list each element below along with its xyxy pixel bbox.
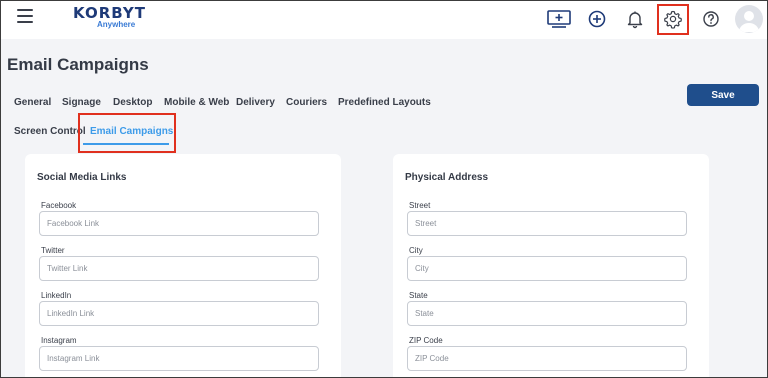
- avatar[interactable]: [735, 5, 763, 33]
- state-field[interactable]: [407, 301, 687, 326]
- city-field[interactable]: [407, 256, 687, 281]
- tab-email-campaigns[interactable]: Email Campaigns: [90, 126, 173, 137]
- linkedin-field[interactable]: [39, 301, 319, 326]
- street-label: Street: [409, 201, 431, 210]
- tab-signage[interactable]: Signage: [62, 97, 101, 108]
- tab-general[interactable]: General: [14, 97, 51, 108]
- state-label: State: [409, 291, 428, 300]
- tab-screen-control[interactable]: Screen Control: [14, 126, 86, 137]
- settings-tabs-row-1: General Signage Desktop Mobile & Web Del…: [1, 97, 767, 117]
- active-tab-indicator: [83, 143, 169, 145]
- bell-icon[interactable]: [625, 9, 645, 29]
- screen-add-icon[interactable]: [547, 9, 571, 29]
- help-icon[interactable]: [701, 9, 721, 29]
- tab-mobile-web[interactable]: Mobile & Web: [164, 97, 229, 108]
- plus-circle-icon[interactable]: [587, 9, 607, 29]
- twitter-label: Twitter: [41, 246, 65, 255]
- twitter-field[interactable]: [39, 256, 319, 281]
- gear-icon[interactable]: [663, 9, 683, 29]
- korbyt-logo[interactable]: KORBYT Anywhere: [73, 4, 145, 32]
- zip-code-label: ZIP Code: [409, 336, 443, 345]
- save-button[interactable]: Save: [687, 84, 759, 106]
- tab-desktop[interactable]: Desktop: [113, 97, 152, 108]
- physical-address-card: Physical Address Street City State ZIP C…: [393, 154, 709, 377]
- instagram-label: Instagram: [41, 336, 77, 345]
- zip-code-field[interactable]: [407, 346, 687, 371]
- linkedin-label: LinkedIn: [41, 291, 72, 300]
- city-label: City: [409, 246, 423, 255]
- social-media-title: Social Media Links: [37, 172, 127, 183]
- tab-delivery[interactable]: Delivery: [236, 97, 275, 108]
- instagram-field[interactable]: [39, 346, 319, 371]
- avatar-icon: [739, 11, 759, 32]
- page-title: Email Campaigns: [7, 55, 149, 74]
- tab-couriers[interactable]: Couriers: [286, 97, 327, 108]
- app-window: KORBYT Anywhere Email Campaigns General …: [0, 0, 768, 378]
- street-field[interactable]: [407, 211, 687, 236]
- top-bar: KORBYT Anywhere: [1, 1, 767, 39]
- tab-predefined-layouts[interactable]: Predefined Layouts: [338, 97, 431, 108]
- facebook-label: Facebook: [41, 201, 77, 210]
- logo-subtext: Anywhere: [97, 20, 136, 29]
- hamburger-menu-icon[interactable]: [17, 9, 33, 23]
- physical-address-title: Physical Address: [405, 172, 489, 183]
- facebook-field[interactable]: [39, 211, 319, 236]
- social-media-card: Social Media Links Facebook Twitter Link…: [25, 154, 341, 377]
